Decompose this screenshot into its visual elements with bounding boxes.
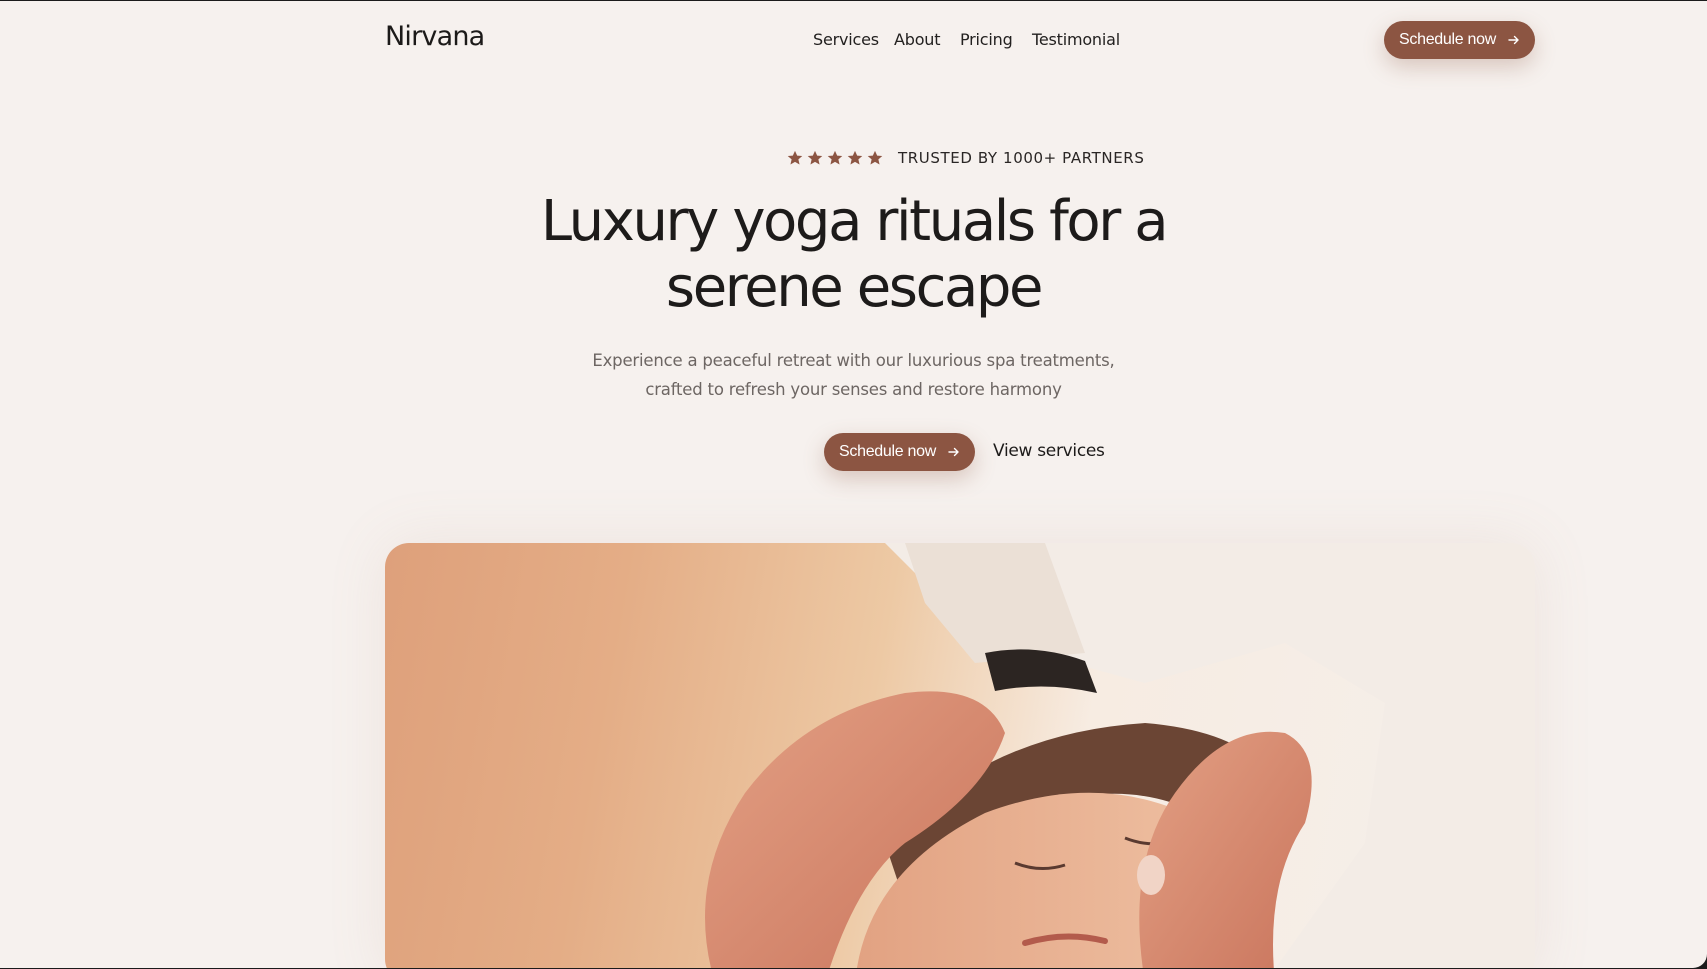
- nav-link-pricing[interactable]: Pricing: [960, 30, 1013, 49]
- hero-title-line-1: Luxury yoga rituals for a: [540, 189, 1169, 254]
- arrow-right-icon: [948, 447, 959, 457]
- trust-row: TRUSTED BY 1000+ PARTNERS: [0, 147, 1707, 169]
- rating-stars: [786, 149, 884, 167]
- view-services-link[interactable]: View services: [993, 441, 1105, 461]
- star-icon: [827, 150, 843, 165]
- star-icon: [867, 150, 883, 165]
- site-header: Nirvana Services About Pricing Testimoni…: [0, 1, 1707, 79]
- hero-subtitle-line-2: crafted to refresh your senses and resto…: [645, 380, 1062, 399]
- trust-text: TRUSTED BY 1000+ PARTNERS: [898, 149, 1145, 167]
- page: Nirvana Services About Pricing Testimoni…: [0, 1, 1707, 968]
- hero-title: Luxury yoga rituals for a serene escape: [0, 189, 1707, 321]
- spa-massage-illustration: [705, 543, 1535, 968]
- nav-link-about[interactable]: About: [894, 30, 941, 49]
- arrow-right-icon: [1508, 35, 1519, 45]
- star-icon: [807, 150, 823, 165]
- hero-schedule-label: Schedule now: [839, 443, 936, 460]
- hero-subtitle-line-1: Experience a peaceful retreat with our l…: [592, 351, 1115, 370]
- header-schedule-button[interactable]: Schedule now: [1384, 21, 1535, 59]
- nav-link-services[interactable]: Services: [813, 30, 879, 49]
- header-schedule-label: Schedule now: [1399, 31, 1496, 48]
- hero-subtitle: Experience a peaceful retreat with our l…: [0, 346, 1707, 404]
- hero-schedule-button[interactable]: Schedule now: [824, 433, 975, 471]
- star-icon: [847, 150, 863, 165]
- hero-image: [385, 543, 1535, 968]
- hero-title-line-2: serene escape: [665, 255, 1044, 320]
- nav-link-testimonial[interactable]: Testimonial: [1032, 30, 1120, 49]
- star-icon: [787, 150, 803, 165]
